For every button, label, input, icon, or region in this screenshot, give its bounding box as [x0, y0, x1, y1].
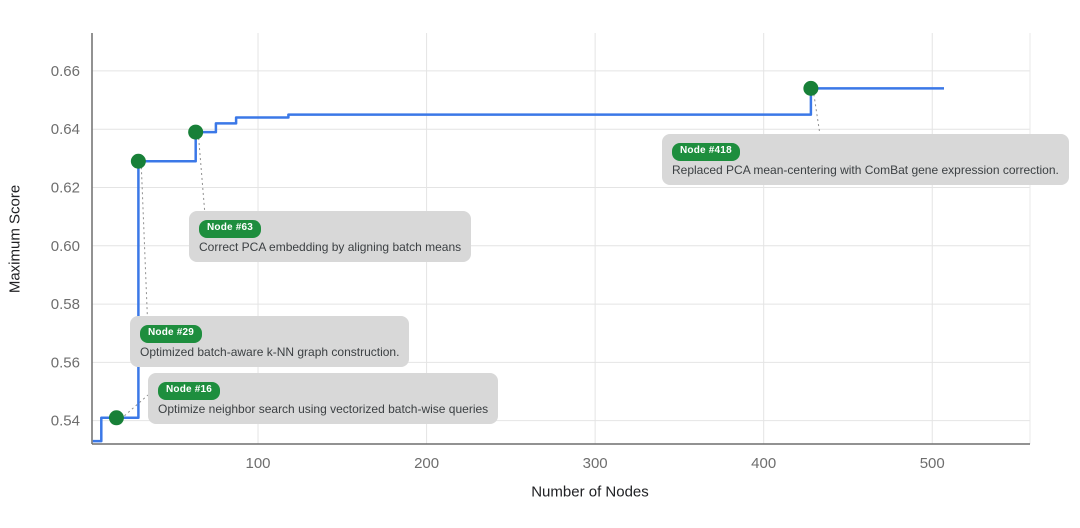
y-tick-label: 0.54: [51, 413, 80, 430]
y-tick-label: 0.58: [51, 296, 80, 313]
node-marker[interactable]: [109, 410, 124, 425]
x-tick-label: 100: [246, 455, 271, 472]
y-axis-title: Maximum Score: [7, 185, 24, 293]
annotation-connector: [141, 167, 147, 316]
node-marker[interactable]: [803, 81, 818, 96]
x-tick-label: 200: [414, 455, 439, 472]
score-step-line: [93, 88, 944, 441]
x-tick-label: 400: [751, 455, 776, 472]
annotation-connector: [814, 94, 820, 134]
y-tick-label: 0.66: [51, 63, 80, 80]
annotation-connector: [199, 138, 205, 211]
annotation-connector: [124, 395, 148, 416]
y-tick-label: 0.62: [51, 179, 80, 196]
y-tick-label: 0.56: [51, 354, 80, 371]
node-marker[interactable]: [188, 125, 203, 140]
y-tick-label: 0.60: [51, 238, 80, 255]
x-tick-label: 300: [583, 455, 608, 472]
x-axis-title: Number of Nodes: [531, 484, 649, 501]
chart-canvas: 100 200 300 400 500 0.54 0.56 0.58 0.60 0.62 0.64 0…: [0, 0, 1080, 528]
x-tick-label: 500: [920, 455, 945, 472]
node-marker[interactable]: [131, 154, 146, 169]
y-tick-label: 0.64: [51, 121, 80, 138]
max-score-chart: 100 200 300 400 500 0.54 0.56 0.58 0.60 0.62 0.64 0…: [0, 0, 1080, 528]
